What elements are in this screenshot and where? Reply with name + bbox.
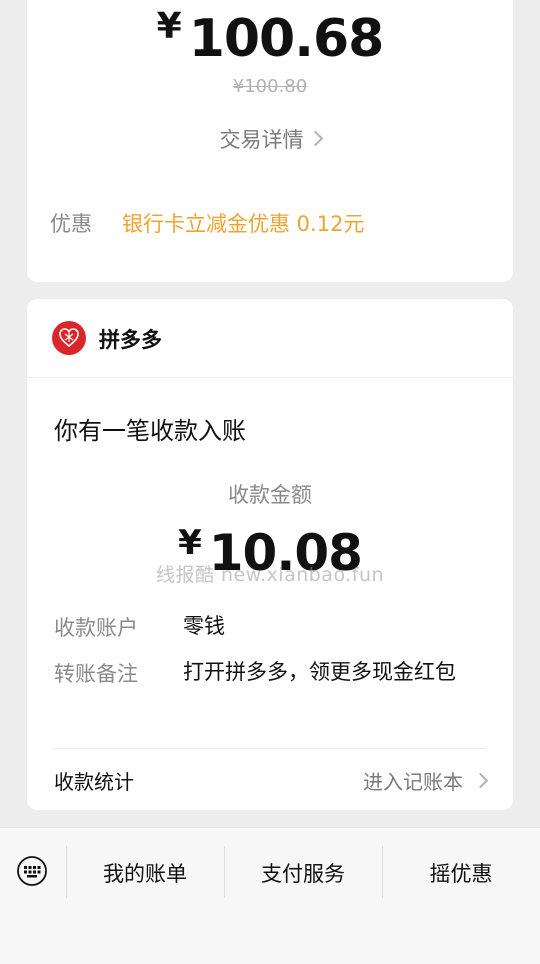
account-label: 收款账户 bbox=[54, 616, 138, 640]
merchant-name: 拼多多 bbox=[99, 328, 162, 352]
discount-row: 优惠 银行卡立减金优惠 0.12元 bbox=[50, 208, 364, 238]
receipt-message-card: 拼多多 你有一笔收款入账 收款金额 ¥10.08 线报酷 new.xianbao… bbox=[27, 299, 513, 810]
menu-item-my-bills[interactable]: 我的账单 bbox=[70, 858, 220, 888]
keyboard-icon[interactable] bbox=[16, 855, 48, 887]
received-amount-label: 收款金额 bbox=[228, 483, 312, 507]
trade-details-link[interactable]: 交易详情 bbox=[27, 124, 513, 154]
bottom-menu-bar: 我的账单 支付服务 摇优惠 bbox=[0, 827, 540, 964]
account-value: 零钱 bbox=[183, 614, 225, 638]
discount-label: 优惠 bbox=[50, 212, 92, 236]
discount-value: 银行卡立减金优惠 0.12元 bbox=[122, 212, 365, 236]
currency-symbol: ¥ bbox=[156, 6, 182, 47]
original-amount: ¥100.80 bbox=[232, 76, 308, 97]
menu-item-shake-discounts[interactable]: 摇优惠 bbox=[386, 858, 536, 888]
payment-card: ¥100.68 ¥100.80 交易详情 优惠 银行卡立减金优惠 0.12元 bbox=[27, 0, 513, 282]
menu-separator bbox=[224, 846, 225, 898]
pinduoduo-logo-icon bbox=[52, 321, 86, 355]
ledger-link-label: 进入记账本 bbox=[363, 770, 463, 794]
trade-details-label: 交易详情 bbox=[219, 128, 304, 152]
payment-amount-value: 100.68 bbox=[188, 9, 385, 69]
stats-label: 收款统计 bbox=[54, 770, 134, 794]
menu-item-payment-services[interactable]: 支付服务 bbox=[228, 858, 378, 888]
payment-amount: ¥100.68 bbox=[27, 6, 513, 69]
watermark: 线报酷 new.xianbao.fun bbox=[155, 564, 385, 586]
chevron-right-icon bbox=[472, 772, 489, 789]
chevron-right-icon bbox=[307, 130, 323, 147]
message-headline: 你有一笔收款入账 bbox=[54, 417, 246, 445]
note-value: 打开拼多多，领更多现金红包 bbox=[183, 660, 456, 684]
note-label: 转账备注 bbox=[54, 662, 138, 686]
merchant-header[interactable]: 拼多多 bbox=[27, 299, 513, 378]
menu-separator bbox=[66, 846, 67, 898]
divider bbox=[54, 748, 486, 749]
menu-separator bbox=[382, 846, 383, 898]
currency-symbol: ¥ bbox=[178, 523, 202, 563]
ledger-link[interactable]: 进入记账本 bbox=[363, 766, 489, 795]
